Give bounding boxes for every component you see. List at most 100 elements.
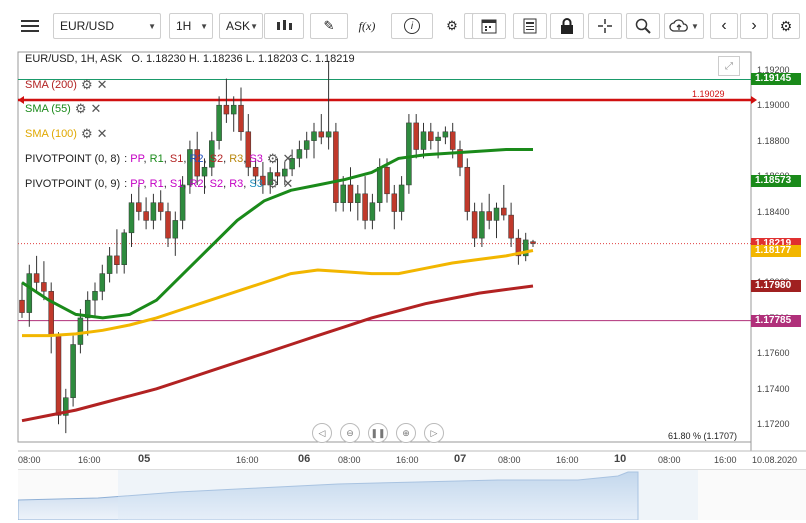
candle-body (435, 136, 441, 141)
candle-body (303, 140, 310, 150)
close-icon[interactable]: ✕ (97, 77, 108, 93)
candle-body (55, 335, 62, 416)
candle-body (48, 291, 54, 336)
plot-area (17, 51, 752, 443)
pivot-s2: S2 (209, 178, 224, 190)
close-icon[interactable]: ✕ (91, 101, 102, 117)
rewind-icon[interactable]: ◁ (312, 423, 332, 443)
x-tick-label: 16:00 (78, 455, 101, 465)
x-tick-label: 08:00 (658, 455, 681, 465)
candle-body (362, 193, 368, 221)
y-tick-label: 1.17200 (757, 419, 790, 430)
x-tick-label: 10 (614, 453, 627, 465)
ray-label: 1.19029 (692, 89, 725, 99)
candle-body (33, 273, 40, 283)
indicator-label: SMA (200) (25, 79, 77, 91)
price-axis: 1.192001.190001.188001.186001.184001.182… (751, 52, 806, 452)
pivot-r1: R1 (149, 153, 164, 165)
gear-icon[interactable]: ⚙ (75, 101, 87, 117)
candle-body (449, 131, 456, 150)
candle-body (508, 214, 514, 239)
indicator-sma200[interactable]: SMA (200) ⚙ ✕ (25, 77, 108, 93)
pause-icon[interactable]: ❚❚ (368, 423, 388, 443)
candle-body (391, 193, 398, 212)
candle-body (355, 193, 361, 203)
close-icon[interactable]: ✕ (97, 126, 108, 142)
candle-body (340, 184, 346, 203)
navigator-strip[interactable] (17, 469, 806, 521)
price-chart[interactable]: 1.19029 (0, 0, 806, 469)
candle-body (121, 232, 127, 265)
candle-body (114, 255, 120, 265)
price-tag: 1.18177 (751, 245, 801, 258)
indicator-label: SMA (55) (25, 103, 71, 115)
candle-body (70, 344, 76, 398)
candle-body (442, 131, 449, 138)
expand-icon[interactable]: ⤢ (718, 56, 740, 76)
candle-body (143, 211, 149, 221)
candle-body (464, 166, 471, 212)
candle-body (530, 241, 536, 244)
pivot-r3: R3 (229, 153, 244, 165)
gear-icon[interactable]: ⚙ (81, 126, 93, 142)
candle-body (99, 273, 106, 292)
indicator-sma55[interactable]: SMA (55) ⚙ ✕ (25, 101, 101, 117)
candle-body (128, 202, 135, 234)
x-tick-label: 16:00 (714, 455, 737, 465)
price-tag: 1.17785 (751, 314, 801, 327)
indicator-pivot-9[interactable]: PIVOTPOINT (0, 9) : PP, R1, S1, R2, S2, … (25, 176, 293, 192)
indicator-label: PIVOTPOINT (0, 8) (25, 153, 121, 165)
y-tick-label: 1.18800 (757, 135, 790, 146)
candle-body (471, 211, 478, 239)
candle-body (325, 131, 332, 138)
candle-body (428, 131, 434, 141)
x-tick-label: 08:00 (18, 455, 41, 465)
indicator-sma100[interactable]: SMA (100) ⚙ ✕ (25, 126, 108, 142)
candle-body (376, 166, 383, 203)
candle-body (333, 131, 339, 203)
y-tick-label: 1.18400 (757, 206, 790, 217)
pivot-pp: PP (130, 153, 144, 165)
candle-body (493, 207, 500, 221)
pivot-r3: R3 (229, 178, 244, 190)
candle-body (311, 131, 317, 141)
price-tag: 1.18573 (751, 174, 801, 187)
candle-body (384, 166, 390, 195)
candle-body (106, 255, 113, 274)
x-tick-label: 05 (138, 453, 151, 465)
x-tick-label: 08:00 (338, 455, 361, 465)
pivot-s1: S1 (169, 178, 184, 190)
candle-body (172, 220, 179, 239)
zoom-out-icon[interactable]: ⊖ (340, 423, 360, 443)
candle-body (92, 291, 98, 301)
close-icon[interactable]: ✕ (283, 151, 294, 167)
gear-icon[interactable]: ⚙ (81, 77, 93, 93)
candle-body (19, 299, 25, 313)
indicator-label: SMA (100) (25, 128, 77, 140)
zoom-in-icon[interactable]: ⊕ (396, 423, 416, 443)
play-icon[interactable]: ▷ (424, 423, 444, 443)
y-tick-label: 1.19000 (757, 100, 790, 111)
candle-body (157, 202, 164, 212)
pivot-parts: : PP, R1, S1, R2, S2, R3, S3 (124, 153, 263, 165)
price-tag: 1.17980 (751, 280, 801, 292)
pivot-s3: S3 (249, 178, 263, 190)
candle-body (479, 211, 485, 239)
candle-body (238, 104, 244, 133)
time-axis: 08:00 16:00 05 16:00 06 08:00 16:00 07 08:00 16:0… (18, 451, 806, 469)
candle-body (398, 184, 405, 212)
price-tag: 1.19145 (751, 73, 801, 86)
gear-icon[interactable]: ⚙ (267, 151, 279, 167)
gear-icon[interactable]: ⚙ (267, 176, 279, 192)
candle-body (136, 202, 142, 212)
x-tick-label: 07 (454, 453, 467, 465)
candle-body (150, 202, 157, 221)
candle-body (369, 202, 376, 221)
candle-body (318, 131, 325, 138)
pivot-s2: S2 (209, 153, 224, 165)
pivot-r2: R2 (189, 178, 204, 190)
x-tick-label: 16:00 (556, 455, 579, 465)
indicator-pivot-8[interactable]: PIVOTPOINT (0, 8) : PP, R1, S1, R2, S2, … (25, 151, 293, 167)
close-icon[interactable]: ✕ (283, 176, 294, 192)
indicator-label: PIVOTPOINT (0, 9) (25, 178, 121, 190)
